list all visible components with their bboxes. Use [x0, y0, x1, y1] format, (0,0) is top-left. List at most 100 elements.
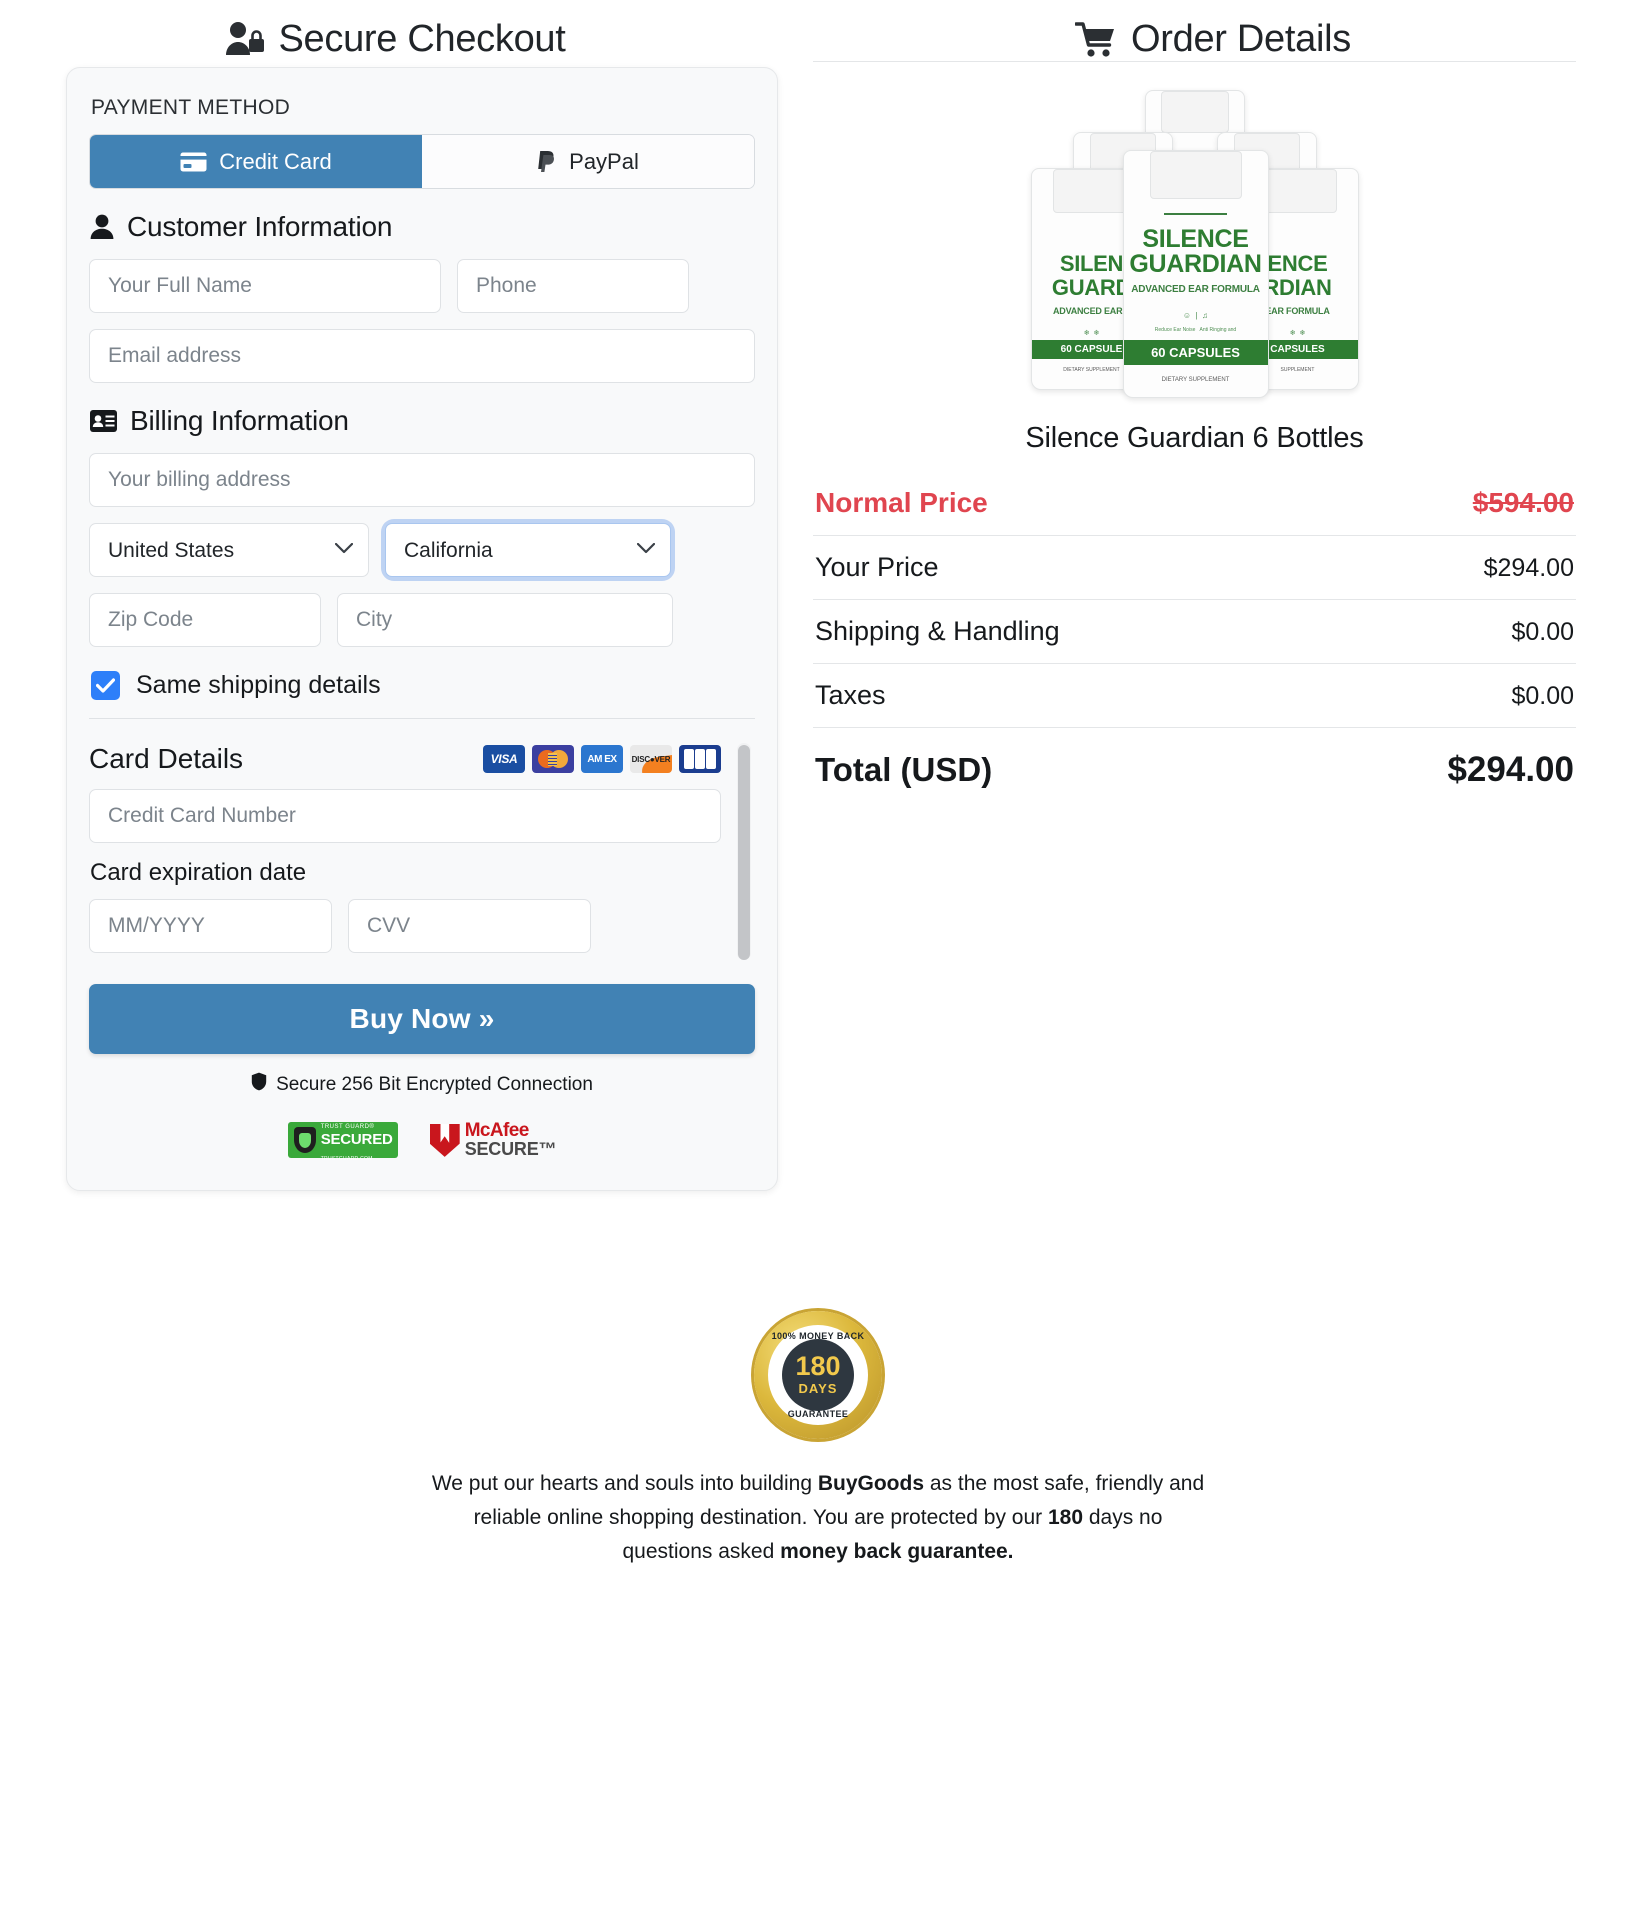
page-headers: Secure Checkout Order Details [0, 0, 1636, 61]
credit-card-icon [180, 152, 207, 172]
price-value-taxes: $0.00 [1511, 682, 1574, 710]
price-value-your-price: $294.00 [1483, 554, 1574, 582]
guarantee-text: We put our hearts and souls into buildin… [428, 1467, 1208, 1569]
user-lock-icon [225, 21, 265, 59]
checkout-column: PAYMENT METHOD Credit Card PayPal Custom… [0, 61, 790, 1191]
price-label-total: Total (USD) [815, 751, 993, 788]
trust-guard-secured-icon: TRUST GUARD® SECURED TRUSTGUARD.COM [287, 1122, 398, 1162]
bottle-capsules: 60 CAPSULES [1123, 340, 1268, 365]
product-bottles-group: I L E N I I ENC E N [995, 90, 1395, 400]
state-select-wrapper: California [385, 523, 671, 577]
guarantee-footer: 100% MONEY BACK 180 DAYS GUARANTEE We pu… [0, 1303, 1636, 1569]
same-shipping-row[interactable]: Same shipping details [91, 671, 755, 700]
mcafee-secure-icon: McAfee SECURE™ [429, 1120, 557, 1160]
price-row-shipping: Shipping & Handling $0.00 [813, 600, 1576, 664]
tab-paypal-label: PayPal [569, 148, 639, 174]
card-details-scrollbar[interactable] [737, 743, 751, 960]
price-label-your-price: Your Price [815, 552, 939, 582]
shield-icon [251, 1072, 267, 1097]
order-details-header: Order Details [790, 18, 1636, 61]
full-name-input[interactable] [89, 259, 441, 313]
price-value-total: $294.00 [1447, 750, 1574, 789]
customer-email-row [89, 329, 755, 383]
same-shipping-checkbox[interactable] [91, 671, 120, 700]
bottle-subtitle: ADVANCED EAR FORMULA [1131, 284, 1260, 295]
zip-city-row [89, 593, 755, 647]
seal-days-word: DAYS [798, 1381, 838, 1397]
credit-card-number-input[interactable] [89, 789, 721, 843]
secure-checkout-title: Secure Checkout [278, 18, 566, 60]
city-input[interactable] [337, 593, 673, 647]
price-label-shipping: Shipping & Handling [815, 616, 1060, 646]
guarantee-text-bold-end: money back guarantee. [780, 1539, 1014, 1563]
price-label-normal: Normal Price [815, 487, 988, 518]
person-icon [90, 214, 114, 240]
price-row-taxes: Taxes $0.00 [813, 664, 1576, 728]
money-back-guarantee-seal-icon: 100% MONEY BACK 180 DAYS GUARANTEE [747, 1303, 889, 1446]
billing-information-label: Billing Information [130, 405, 349, 436]
country-select[interactable]: United States [89, 523, 369, 577]
trust-guard-lock-icon [293, 1127, 316, 1154]
seal-days-number: 180 [795, 1351, 841, 1382]
paypal-icon [537, 150, 557, 174]
discover-icon: DISC●VER [630, 745, 672, 773]
guarantee-text-part1: We put our hearts and souls into buildin… [431, 1471, 818, 1495]
billing-information-title: Billing Information [90, 405, 755, 437]
card-details-title: Card Details [89, 743, 244, 774]
price-row-your-price: Your Price $294.00 [813, 536, 1576, 600]
country-select-wrapper: United States [89, 523, 369, 577]
mcafee-line1: McAfee [464, 1120, 530, 1141]
price-row-total: Total (USD) $294.00 [813, 728, 1576, 806]
secure-connection-text: Secure 256 Bit Encrypted Connection [276, 1073, 593, 1095]
price-value-shipping: $0.00 [1511, 618, 1574, 646]
secure-connection-note: Secure 256 Bit Encrypted Connection [89, 1072, 755, 1097]
email-input[interactable] [89, 329, 755, 383]
bottle-supplement: DIETARY SUPPLEMENT [1161, 377, 1230, 383]
accepted-cards: VISA AM EX DISC●VER [483, 745, 721, 773]
tab-paypal[interactable]: PayPal [422, 135, 754, 188]
price-table: Normal Price $594.00 Your Price $294.00 … [813, 481, 1576, 806]
trust-guard-main-text: SECURED [320, 1131, 393, 1149]
billing-address-input[interactable] [89, 453, 755, 507]
buy-now-button[interactable]: Buy Now » [89, 984, 755, 1054]
checkout-page: Secure Checkout Order Details PAYMENT ME… [0, 0, 1636, 1906]
amex-icon: AM EX [581, 745, 623, 773]
checkout-form-card: PAYMENT METHOD Credit Card PayPal Custom… [66, 67, 778, 1191]
trust-guard-bottom-text: TRUSTGUARD.COM [320, 1156, 373, 1163]
secure-checkout-header: Secure Checkout [0, 18, 790, 61]
tab-credit-card-label: Credit Card [219, 148, 332, 174]
order-summary-column: I L E N I I ENC E N [790, 61, 1636, 1191]
jcb-icon [679, 745, 721, 773]
card-details-scroll-region: Card Details VISA AM EX DISC●VER Card ex… [89, 729, 755, 964]
same-shipping-label: Same shipping details [136, 671, 381, 699]
seal-top-text: 100% MONEY BACK [771, 1330, 865, 1341]
form-divider [89, 718, 755, 719]
seal-bottom-text: GUARANTEE [787, 1408, 849, 1419]
mastercard-icon [532, 745, 574, 773]
mcafee-line2: SECURE™ [464, 1139, 557, 1160]
card-details-header: Card Details VISA AM EX DISC●VER [89, 743, 721, 775]
card-details-scrollbar-thumb[interactable] [738, 745, 750, 960]
cvv-input[interactable] [348, 899, 591, 953]
trust-badges: TRUST GUARD® SECURED TRUSTGUARD.COM McAf… [89, 1120, 755, 1162]
bottle-front-center: SILENCE GUARDIAN ADVANCED EAR FORMULA ☺ … [1122, 150, 1269, 398]
payment-method-toggle: Credit Card PayPal [89, 134, 755, 189]
card-number-row [89, 789, 721, 843]
order-details-title: Order Details [1131, 18, 1351, 60]
card-expiration-label: Card expiration date [90, 859, 307, 886]
order-top-rule [813, 61, 1576, 62]
customer-information-title: Customer Information [90, 211, 755, 243]
tab-credit-card[interactable]: Credit Card [90, 135, 422, 188]
product-image: I L E N I I ENC E N [813, 80, 1576, 400]
mcafee-shield-icon [429, 1123, 460, 1157]
phone-input[interactable] [457, 259, 689, 313]
card-expiration-input[interactable] [89, 899, 332, 953]
product-title: Silence Guardian 6 Bottles [1025, 422, 1364, 454]
state-select[interactable]: California [385, 523, 671, 577]
customer-name-row [89, 259, 755, 313]
price-value-normal: $594.00 [1472, 487, 1574, 518]
zip-code-input[interactable] [89, 593, 321, 647]
price-label-taxes: Taxes [815, 680, 886, 710]
country-state-row: United States California [89, 523, 755, 577]
bottle-name-line2: GUARDIAN [1129, 250, 1262, 278]
